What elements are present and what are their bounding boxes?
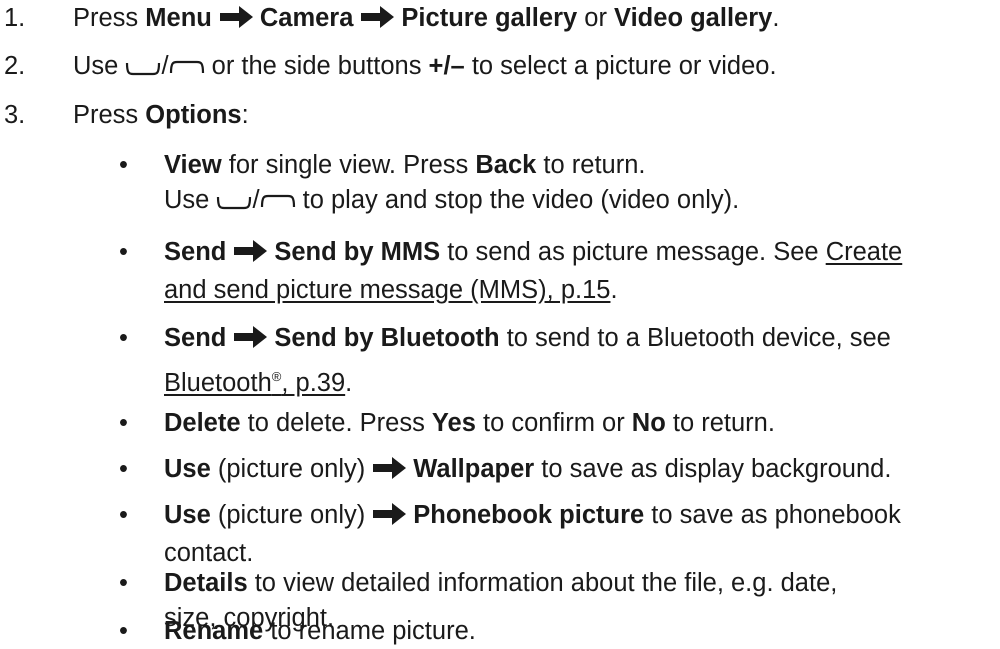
plus-minus-label: +/– [428,52,465,80]
bullet-symbol: • [119,617,128,645]
back-label: Back [475,151,537,179]
link-create-mms[interactable]: Create [826,238,903,266]
bullet-symbol: • [119,501,128,529]
video-gallery-label: Video gallery [614,4,773,32]
step-1-text: Press Menu Camera Picture gallery or Video… [73,1,779,39]
step-3-text: Press Options: [73,101,249,129]
camera-label: Camera [259,4,354,32]
arrow-right-icon [373,455,407,490]
view-label: View [164,151,222,179]
wallpaper-label: Wallpaper [413,455,535,483]
use-label: Use [164,501,211,529]
no-label: No [631,409,666,437]
picture-gallery-label: Picture gallery [401,4,578,32]
navigation-key-down-icon [216,185,252,220]
navigation-key-up-icon [169,51,205,86]
step-number: 1. [4,4,26,32]
send-label: Send [164,238,227,266]
step-number: 3. [4,101,26,129]
yes-label: Yes [431,409,476,437]
bullet-symbol: • [119,151,128,179]
link-bluetooth[interactable]: Bluetooth®, p.39 [164,369,345,397]
document-page: 1. Press Menu Camera Picture gallery or Vi… [0,0,1000,647]
menu-label: Menu [145,4,212,32]
step-2-text: Use / or the side buttons +/– to select … [73,49,777,86]
send-by-bluetooth-label: Send by Bluetooth [274,324,500,352]
arrow-right-icon [234,238,268,273]
bullet-symbol: • [119,409,128,437]
send-by-mms-label: Send by MMS [274,238,441,266]
delete-label: Delete [164,409,241,437]
options-label: Options [145,101,242,129]
bullet-symbol: • [119,569,128,597]
arrow-right-icon [361,4,395,39]
bullet-symbol: • [119,238,128,266]
arrow-right-icon [219,4,254,39]
navigation-key-down-icon [125,51,161,86]
rename-label: Rename [164,617,264,645]
send-label: Send [164,324,227,352]
arrow-right-icon [373,501,407,536]
bullet-symbol: • [119,455,128,483]
phonebook-picture-label: Phonebook picture [413,501,645,529]
bullet-symbol: • [119,324,128,352]
navigation-key-up-icon [260,185,296,220]
link-create-mms-cont[interactable]: and send picture message (MMS), p.15 [164,276,610,304]
step-number: 2. [4,52,26,80]
details-label: Details [164,569,248,597]
use-label: Use [164,455,211,483]
arrow-right-icon [234,324,268,359]
